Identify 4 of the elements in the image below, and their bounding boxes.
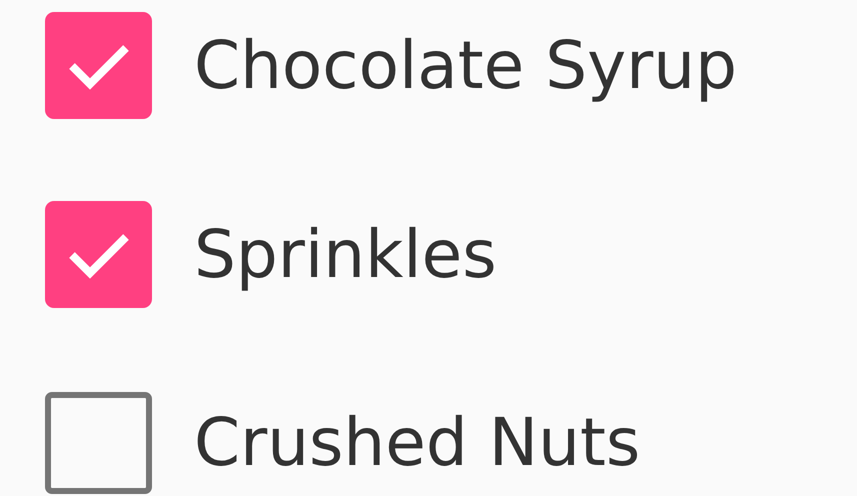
checkbox[interactable] <box>45 392 152 494</box>
checkbox[interactable] <box>45 201 152 308</box>
checkbox-label: Crushed Nuts <box>194 410 640 476</box>
checkbox[interactable] <box>45 12 152 119</box>
